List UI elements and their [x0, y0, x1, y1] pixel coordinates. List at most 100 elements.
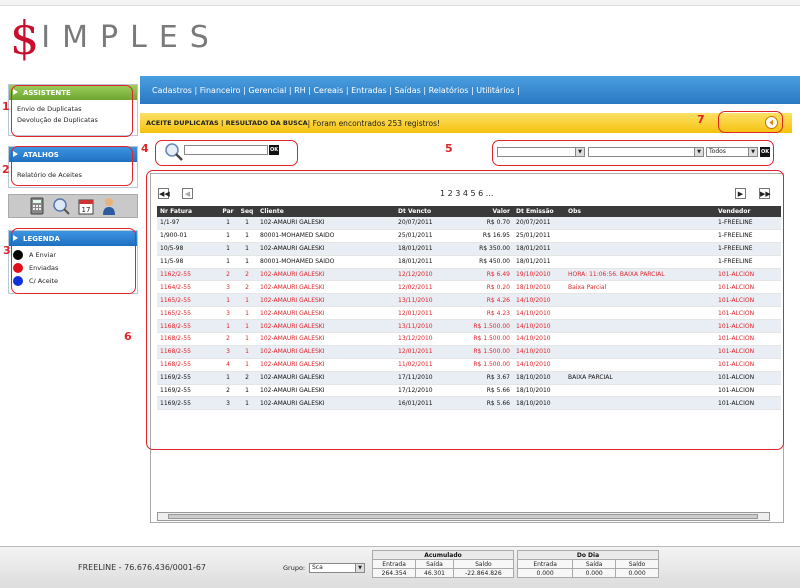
table-row[interactable]: 1168/2-55 2 1 102-AMAURI GALESKI 13/12/2010 R…	[157, 332, 781, 346]
table-cell: R$ 0.20	[455, 280, 513, 295]
acumulado-table: Acumulado Entrada Saída Saldo 264.354 46.30…	[371, 550, 515, 578]
table-cell: 1	[219, 319, 237, 334]
table-cell	[565, 319, 715, 334]
table-cell: 102-AMAURI GALESKI	[257, 306, 395, 321]
table-cell: 101-ALCION	[715, 268, 781, 282]
table-cell: 13/11/2010	[395, 293, 455, 308]
column-header[interactable]: Dt Vencto	[395, 206, 455, 217]
footer: FREELINE - 76.676.436/0001-67 Grupo: Sca…	[0, 546, 800, 588]
table-cell: R$ 1.500.00	[455, 345, 513, 359]
filter-select-2[interactable]: ▼	[588, 147, 704, 157]
column-header[interactable]: Par	[219, 206, 237, 217]
calendar-icon[interactable]: 17	[78, 197, 94, 215]
table-cell: 101-ALCION	[715, 384, 781, 398]
horizontal-scrollbar[interactable]	[157, 512, 770, 521]
table-cell: 102-AMAURI GALESKI	[257, 358, 395, 372]
table-cell: 13/11/2010	[395, 319, 455, 334]
column-header[interactable]: Cliente	[257, 206, 395, 217]
table-row[interactable]: 1164/2-55 3 2 102-AMAURI GALESKI 12/02/2011 R…	[157, 280, 781, 295]
prev-page-button[interactable]: ◀	[182, 188, 193, 199]
table-cell: 80001-MOHAMED SAIDO	[257, 229, 395, 243]
search-input[interactable]	[184, 145, 268, 155]
column-header[interactable]: Dt Emissão	[513, 206, 565, 217]
table-row[interactable]: 11/5-98 1 1 80001-MOHAMED SAIDO 18/01/2011 R$…	[157, 255, 781, 269]
table-row[interactable]: 1165/2-55 1 1 102-AMAURI GALESKI 13/11/2010 R…	[157, 293, 781, 308]
nav-menu[interactable]: Cadastros | Financeiro | Gerencial | RH …	[152, 86, 520, 95]
table-header-row: Nr Fatura Par Seq Cliente Dt Vencto Valor Dt E…	[157, 206, 781, 217]
table-cell: 101-ALCION	[715, 345, 781, 359]
table-cell: 1/900-01	[157, 229, 219, 243]
table-cell: 101-ALCION	[715, 332, 781, 346]
table-row[interactable]: 1/900-01 1 1 80001-MOHAMED SAIDO 25/01/2011 R…	[157, 229, 781, 243]
filter-select-status[interactable]: Todos ▼	[706, 147, 758, 157]
table-cell: 80001-MOHAMED SAIDO	[257, 255, 395, 269]
column-header[interactable]: Obs	[565, 206, 715, 217]
table-cell	[565, 332, 715, 346]
next-page-button[interactable]: ▶	[735, 188, 746, 199]
grupo-select[interactable]: Sca ▼	[309, 563, 365, 573]
table-cell: R$ 1.500.00	[455, 332, 513, 346]
table-body: 1/1-97 1 1 102-AMAURI GALESKI 20/07/2011 R$ 0…	[157, 217, 781, 411]
table-row[interactable]: 1168/2-55 3 1 102-AMAURI GALESKI 12/01/2011 R…	[157, 345, 781, 359]
filter-select-1[interactable]: ▼	[497, 147, 585, 157]
annotation-1: 1	[2, 100, 10, 113]
logo-dollar: $	[10, 11, 40, 65]
search-icon[interactable]	[52, 197, 70, 215]
top-strip	[0, 0, 800, 6]
calculator-icon[interactable]	[30, 197, 44, 215]
table-cell: 101-ALCION	[715, 306, 781, 321]
table-cell: 1	[219, 229, 237, 243]
table-cell: Baixa Parcial	[565, 280, 715, 295]
annotation-4: 4	[141, 142, 149, 155]
table-cell: 11/5-98	[157, 255, 219, 269]
user-icon[interactable]	[102, 197, 116, 215]
table-row[interactable]: 1169/2-55 1 2 102-AMAURI GALESKI 17/11/2010 R…	[157, 371, 781, 385]
table-row[interactable]: 1168/2-55 1 1 102-AMAURI GALESKI 13/11/2010 R…	[157, 319, 781, 334]
last-page-button[interactable]: ▶▶	[759, 188, 771, 199]
table-cell: R$ 5.66	[455, 384, 513, 398]
page-numbers[interactable]: 1 2 3 4 5 6 ...	[440, 189, 493, 198]
table-cell: 2	[219, 332, 237, 346]
table-cell: R$ 5.66	[455, 396, 513, 411]
table-cell: 14/10/2010	[513, 293, 565, 308]
column-header[interactable]: Nr Fatura	[157, 206, 219, 217]
table-cell: 17/11/2010	[395, 371, 455, 385]
quick-icons-bar: 17	[8, 194, 138, 218]
results-table: Nr Fatura Par Seq Cliente Dt Vencto Valor Dt E…	[157, 206, 781, 411]
column-header[interactable]: Seq	[237, 206, 257, 217]
scrollbar-thumb[interactable]	[168, 514, 758, 519]
table-row[interactable]: 1165/2-55 3 1 102-AMAURI GALESKI 12/01/2011 R…	[157, 306, 781, 321]
column-header[interactable]: Vendedor	[715, 206, 781, 217]
table-cell: 1	[237, 217, 257, 230]
table-cell: 12/01/2011	[395, 345, 455, 359]
table-cell: R$ 4.26	[455, 293, 513, 308]
table-cell: 18/01/2011	[513, 242, 565, 256]
table-row[interactable]: 1/1-97 1 1 102-AMAURI GALESKI 20/07/2011 R$ 0…	[157, 217, 781, 230]
table-cell: 13/12/2010	[395, 332, 455, 346]
search-magnifier-icon	[165, 143, 183, 161]
table-cell	[565, 255, 715, 269]
table-cell: 102-AMAURI GALESKI	[257, 396, 395, 411]
search-ok-button[interactable]: OK	[269, 145, 279, 155]
status-title: ACEITE DUPLICATAS | RESULTADO DA BUSCA	[146, 119, 308, 127]
table-cell: 102-AMAURI GALESKI	[257, 293, 395, 308]
table-row[interactable]: 10/5-98 1 1 102-AMAURI GALESKI 18/01/2011 R$ …	[157, 242, 781, 256]
status-message: | Foram encontrados 253 registros!	[307, 118, 441, 128]
table-cell: R$ 1.500.00	[455, 358, 513, 372]
filter-ok-button[interactable]: OK	[760, 147, 770, 157]
table-row[interactable]: 1162/2-55 2 2 102-AMAURI GALESKI 12/12/2010 R…	[157, 268, 781, 282]
back-icon[interactable]	[765, 116, 778, 129]
table-cell: 1165/2-55	[157, 293, 219, 308]
table-cell: 1-FREELINE	[715, 255, 781, 269]
table-cell: 1	[219, 242, 237, 256]
chevron-down-icon: ▼	[694, 148, 703, 156]
table-cell: 101-ALCION	[715, 280, 781, 295]
table-row[interactable]: 1169/2-55 3 1 102-AMAURI GALESKI 16/01/2011 R…	[157, 396, 781, 411]
table-row[interactable]: 1169/2-55 2 1 102-AMAURI GALESKI 17/12/2010 R…	[157, 384, 781, 398]
table-cell: 14/10/2010	[513, 319, 565, 334]
first-page-button[interactable]: ◀◀	[158, 188, 170, 199]
main-nav[interactable]: Cadastros | Financeiro | Gerencial | RH …	[140, 76, 800, 104]
column-header[interactable]: Valor	[455, 206, 513, 217]
table-row[interactable]: 1168/2-55 4 1 102-AMAURI GALESKI 11/02/2011 R…	[157, 358, 781, 372]
table-cell: 1168/2-55	[157, 319, 219, 334]
